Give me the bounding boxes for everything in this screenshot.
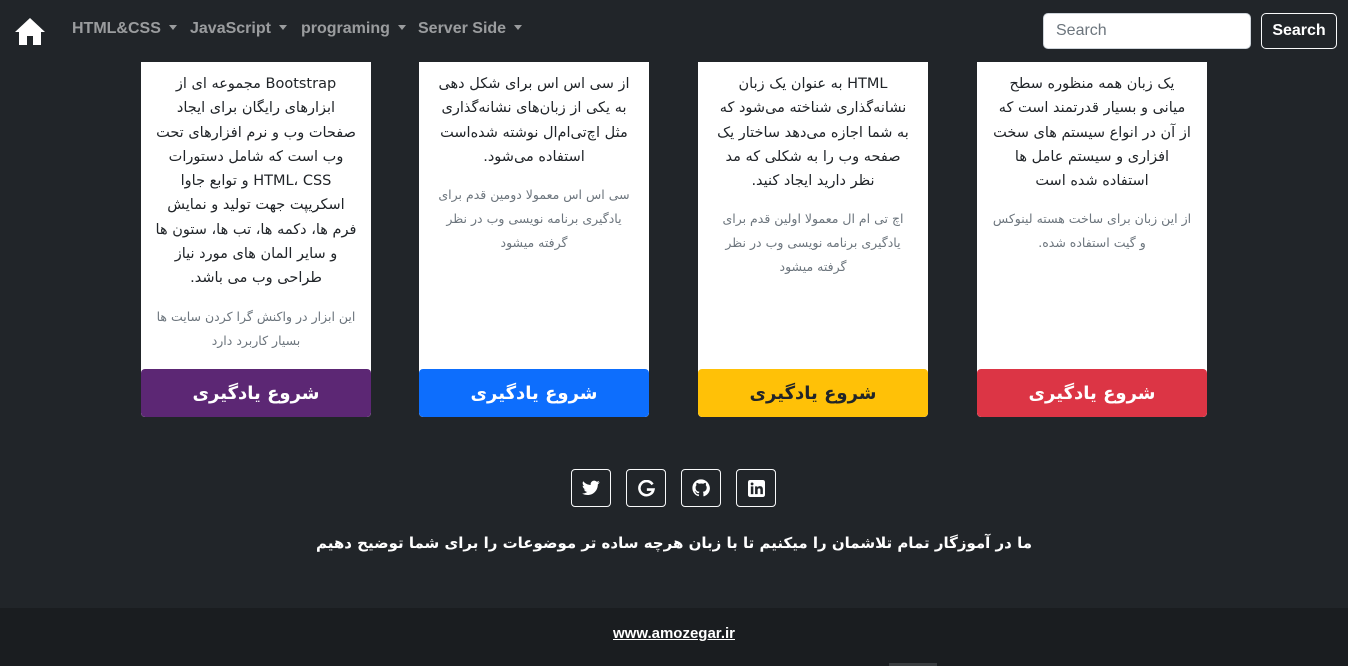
card-bootstrap: Bootstrap مجموعه ای از ابزارهای رایگان ب… [141, 0, 371, 417]
card-subtext: سی اس اس معمولا دومین قدم برای یادگیری ب… [438, 187, 630, 251]
twitter-icon [582, 480, 600, 496]
start-learning-button-css[interactable]: شروع یادگیری [419, 369, 649, 417]
search-input[interactable] [1043, 13, 1251, 49]
nav-dropdown-html-css[interactable]: HTML&CSS [72, 20, 177, 38]
caret-down-icon [397, 25, 406, 30]
nav-label: Server Side [418, 20, 507, 37]
footer-tagline: ما در آموزگار تمام تلاشمان را میکنیم تا … [315, 534, 1033, 552]
github-button[interactable] [681, 469, 721, 507]
card-subtext: این ابزار در واکنش گرا کردن سایت ها بسیا… [156, 308, 356, 348]
nav-dropdown-javascript[interactable]: JavaScript [190, 20, 287, 38]
cards-section: Bootstrap مجموعه ای از ابزارهای رایگان ب… [0, 0, 1348, 442]
twitter-button[interactable] [571, 469, 611, 507]
start-learning-button-html[interactable]: شروع یادگیری [698, 369, 928, 417]
github-icon [692, 479, 710, 497]
nav-dropdown-programing[interactable]: programing [301, 20, 406, 38]
google-button[interactable] [626, 469, 666, 507]
card-c-language: یک زبان همه منظوره سطح میانی و بسیار قدر… [977, 0, 1207, 417]
nav-label: HTML&CSS [72, 20, 161, 37]
card-html: HTML به عنوان یک زبان نشانه‌گذاری شناخته… [698, 0, 928, 417]
search-button[interactable]: Search [1261, 13, 1337, 49]
linkedin-icon [747, 479, 765, 497]
home-icon[interactable] [14, 16, 46, 46]
caret-down-icon [514, 25, 523, 30]
caret-down-icon [168, 25, 177, 30]
start-learning-button-bootstrap[interactable]: شروع یادگیری [141, 369, 371, 417]
caret-down-icon [278, 25, 287, 30]
navbar: HTML&CSS JavaScript programing Server Si… [0, 0, 1348, 62]
start-learning-button-c[interactable]: شروع یادگیری [977, 369, 1207, 417]
card-subtext: از این زبان برای ساخت هسته لینوکس و گیت … [992, 211, 1192, 251]
card-subtext: اچ تی ام ال معمولا اولین قدم برای یادگیر… [722, 211, 904, 275]
card-css: از سی اس اس برای شکل دهی به یکی از زبان‌… [419, 0, 649, 417]
site-link[interactable]: www.amozegar.ir [0, 625, 1348, 642]
google-icon [637, 479, 655, 496]
linkedin-button[interactable] [736, 469, 776, 507]
nav-dropdown-server-side[interactable]: Server Side [418, 20, 523, 38]
nav-label: JavaScript [190, 20, 271, 37]
nav-label: programing [301, 20, 390, 37]
